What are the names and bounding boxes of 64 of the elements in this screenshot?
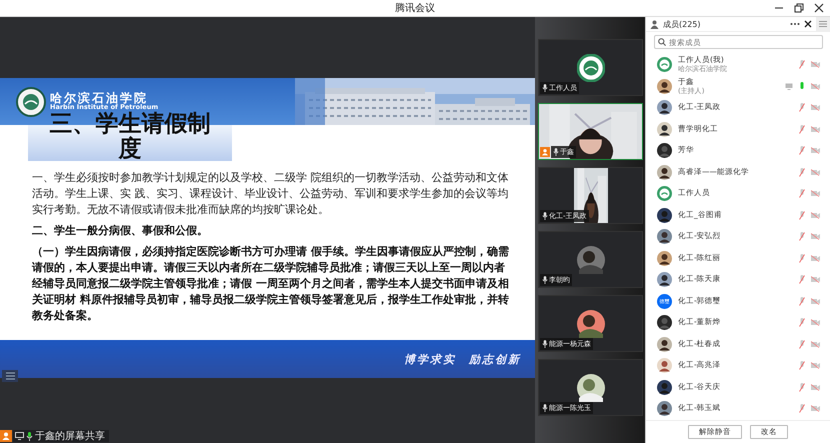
camera-off-icon[interactable]	[811, 190, 820, 198]
muted-microphone-icon[interactable]	[799, 103, 805, 112]
slide-paragraph: 一、学生必须按时参加教学计划规定的以及学校、二级学 院组织的一切教学活动、公益劳动和文体活动。学生上课、实 践、实习、课程设计、毕业设计、公益劳动、军训和要求学生参加的会议等均实行考勤。无故不请假或请假未批准而缺席的均按旷课论处。	[32, 170, 510, 218]
microphone-icon	[553, 148, 559, 156]
window-title: 腾讯会议	[395, 2, 435, 15]
muted-microphone-icon[interactable]	[799, 275, 805, 284]
muted-microphone-icon[interactable]	[799, 60, 805, 70]
muted-microphone-icon[interactable]	[799, 404, 805, 414]
person-icon	[0, 430, 12, 442]
camera-off-icon[interactable]	[811, 147, 820, 154]
camera-off-icon[interactable]	[811, 126, 820, 133]
muted-microphone-icon[interactable]	[799, 296, 805, 306]
camera-off-icon[interactable]	[811, 212, 820, 219]
muted-microphone-icon[interactable]	[799, 340, 805, 349]
camera-off-icon[interactable]	[811, 254, 820, 262]
microphone-icon	[542, 404, 548, 412]
muted-microphone-icon[interactable]	[799, 382, 805, 392]
muted-microphone-icon[interactable]	[799, 361, 805, 370]
microphone-icon	[26, 432, 33, 440]
camera-off-icon[interactable]	[811, 340, 820, 348]
microphone-icon	[542, 84, 548, 92]
close-icon[interactable]	[814, 3, 824, 13]
school-emblem-icon	[576, 54, 604, 82]
search-icon	[658, 38, 666, 46]
menu-icon	[6, 372, 14, 380]
panel-title: 成员(225)	[663, 18, 701, 30]
camera-off-icon[interactable]	[811, 298, 820, 305]
muted-microphone-icon[interactable]	[799, 318, 805, 328]
camera-off-icon[interactable]	[811, 82, 820, 90]
slide-paragraph: 二、学生一般分病假、事假和公假。	[32, 223, 209, 239]
microphone-icon	[542, 340, 548, 348]
microphone-icon	[542, 212, 548, 220]
school-emblem-icon	[657, 186, 672, 202]
slide-paragraph: （一）学生因病请假，必须持指定医院诊断书方可办理请 假手续。学生因事请假应从严控制，确需请假的，本人要提出申请。请假三天以内者所在二级学院辅导员批准；请假三天以上至一周以内者经辅导员同意报二级学院主管领导批准；请假 一周至两个月之间者，需学生本人提交书面申请及相关证明材 料原件报辅导员初审，辅导员报二级学院主管领导签署意见后，报学生工作处审批，并转教务处备案。	[32, 244, 510, 324]
restore-icon[interactable]	[794, 3, 804, 13]
camera-off-icon[interactable]	[811, 276, 820, 284]
microphone-icon	[542, 276, 548, 284]
camera-off-icon[interactable]	[811, 61, 820, 68]
people-icon	[650, 20, 659, 28]
muted-microphone-icon[interactable]	[799, 232, 805, 242]
microphone-icon[interactable]	[799, 82, 805, 91]
camera-off-icon[interactable]	[811, 362, 820, 370]
monitor-icon	[15, 432, 24, 440]
school-emblem-icon	[657, 57, 672, 72]
muted-microphone-icon[interactable]	[799, 168, 805, 177]
menu-button[interactable]	[2, 370, 18, 382]
muted-microphone-icon[interactable]	[799, 146, 805, 156]
more-icon[interactable]	[790, 22, 800, 26]
camera-off-icon[interactable]	[811, 405, 820, 412]
muted-microphone-icon[interactable]	[799, 124, 805, 134]
school-emblem-icon	[16, 86, 46, 116]
camera-off-icon[interactable]	[811, 104, 820, 112]
camera-off-icon[interactable]	[811, 168, 820, 176]
camera-off-icon[interactable]	[811, 319, 820, 326]
menu-icon[interactable]	[819, 21, 827, 27]
slide-motto: 博学求实 励志创新	[404, 352, 521, 366]
muted-microphone-icon[interactable]	[799, 210, 805, 220]
camera-off-icon[interactable]	[811, 384, 820, 391]
muted-microphone-icon[interactable]	[799, 189, 805, 198]
camera-off-icon[interactable]	[811, 233, 820, 240]
school-name: 哈尔滨石油学院	[50, 92, 148, 104]
muted-microphone-icon[interactable]	[799, 254, 805, 263]
close-icon[interactable]	[804, 20, 812, 28]
share-label: 于鑫的屏幕共享	[35, 430, 105, 443]
